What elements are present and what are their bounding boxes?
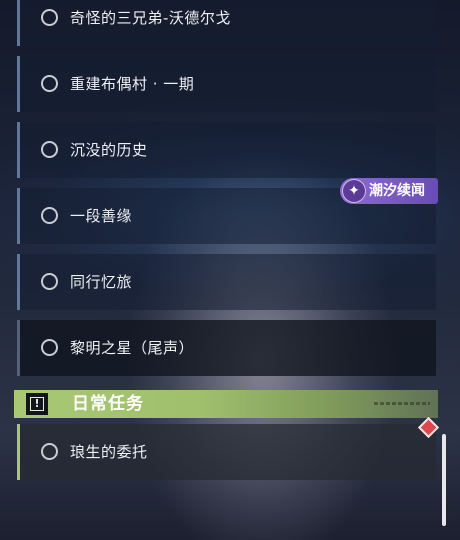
scrollbar-thumb[interactable]	[442, 434, 446, 526]
quest-list: 奇怪的三兄弟-沃德尔戈 重建布偶村 · 一期 沉没的历史 一段善缘 同行忆旅 黎…	[0, 0, 460, 540]
exclamation-box-icon: !	[26, 393, 48, 415]
quest-label: 沉没的历史	[70, 141, 148, 159]
section-title: 日常任务	[72, 394, 144, 414]
quest-label: 奇怪的三兄弟-沃德尔戈	[70, 9, 231, 27]
sparkle-icon: ✦	[342, 179, 366, 203]
quest-item[interactable]: 沉没的历史	[17, 122, 436, 178]
quest-status-circle-icon	[41, 141, 58, 158]
quest-item[interactable]: 奇怪的三兄弟-沃德尔戈	[17, 0, 436, 46]
quest-label: 重建布偶村 · 一期	[70, 75, 195, 93]
quest-status-circle-icon	[41, 443, 58, 460]
quest-label: 同行忆旅	[70, 273, 133, 291]
quest-label: 琅生的委托	[70, 443, 148, 461]
tide-sequel-badge[interactable]: ✦ 潮汐续闻	[340, 178, 438, 204]
quest-label: 黎明之星（尾声）	[70, 339, 195, 357]
quest-status-circle-icon	[41, 9, 58, 26]
quest-item[interactable]: 黎明之星（尾声）	[17, 320, 436, 376]
daily-quest-item[interactable]: 琅生的委托	[17, 424, 436, 480]
tide-sequel-badge-label: 潮汐续闻	[369, 183, 425, 199]
quest-status-circle-icon	[41, 339, 58, 356]
quest-status-circle-icon	[41, 75, 58, 92]
daily-quests-header[interactable]: ! 日常任务	[14, 390, 438, 418]
quest-item[interactable]: 重建布偶村 · 一期	[17, 56, 436, 112]
section-decoration	[374, 402, 430, 405]
quest-status-circle-icon	[41, 273, 58, 290]
quest-item[interactable]: 同行忆旅	[17, 254, 436, 310]
quest-status-circle-icon	[41, 207, 58, 224]
quest-label: 一段善缘	[70, 207, 133, 225]
